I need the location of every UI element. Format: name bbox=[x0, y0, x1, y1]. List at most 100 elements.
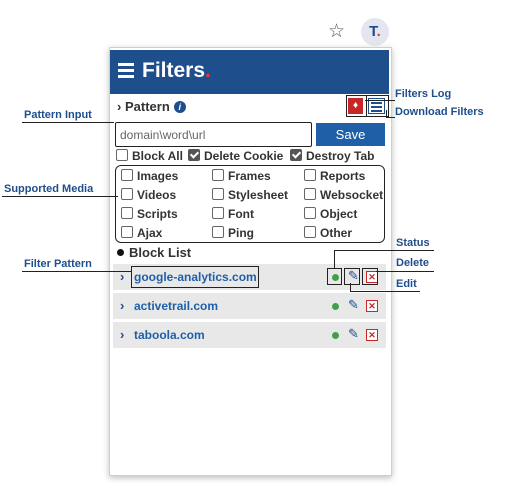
callout-filter-pattern: Filter Pattern bbox=[24, 258, 92, 270]
images-checkbox[interactable] bbox=[121, 169, 133, 181]
callout-status: Status bbox=[396, 237, 430, 249]
leader-line bbox=[2, 196, 118, 197]
app-title-dot: . bbox=[205, 59, 211, 82]
frames-checkbox[interactable] bbox=[212, 169, 224, 181]
videos-checkbox[interactable] bbox=[121, 188, 133, 200]
block-all-option[interactable]: Block All bbox=[116, 149, 183, 163]
ping-label: Ping bbox=[228, 226, 254, 240]
leader-line bbox=[365, 100, 395, 101]
ajax-label: Ajax bbox=[137, 226, 163, 240]
stylesheet-checkbox[interactable] bbox=[212, 188, 224, 200]
media-videos[interactable]: Videos bbox=[121, 188, 176, 202]
media-stylesheet[interactable]: Stylesheet bbox=[212, 188, 288, 202]
pattern-input[interactable] bbox=[115, 122, 312, 147]
extension-dot: . bbox=[376, 23, 381, 40]
chevron-right-icon: › bbox=[117, 99, 122, 114]
block-all-checkbox[interactable] bbox=[116, 149, 128, 161]
reports-checkbox[interactable] bbox=[304, 169, 316, 181]
leader-line bbox=[386, 110, 387, 117]
info-icon[interactable]: i bbox=[173, 101, 186, 113]
status-icon[interactable] bbox=[332, 303, 339, 310]
extension-icon[interactable]: T. bbox=[361, 18, 389, 46]
destroy-tab-option[interactable]: Destroy Tab bbox=[290, 149, 374, 163]
delete-cookie-option[interactable]: Delete Cookie bbox=[188, 149, 283, 163]
block-list-title: Block List bbox=[129, 245, 192, 260]
videos-label: Videos bbox=[137, 188, 177, 202]
media-other[interactable]: Other bbox=[304, 226, 352, 240]
filters-log-highlight bbox=[346, 95, 367, 117]
status-icon[interactable] bbox=[332, 332, 339, 339]
websocket-checkbox[interactable] bbox=[304, 188, 316, 200]
media-websocket[interactable]: Websocket bbox=[304, 188, 383, 202]
app-title: Filters. bbox=[142, 59, 211, 83]
ajax-checkbox[interactable] bbox=[121, 226, 133, 238]
callout-pattern-input: Pattern Input bbox=[24, 109, 92, 121]
callout-edit: Edit bbox=[396, 278, 417, 290]
leader-line bbox=[350, 291, 420, 292]
list-item[interactable]: › taboola.com ✎ ✕ bbox=[113, 322, 386, 348]
leader-line bbox=[376, 271, 434, 272]
chevron-right-icon[interactable]: › bbox=[120, 298, 124, 313]
block-list-heading: Block List bbox=[117, 245, 191, 260]
browser-toolbar bbox=[108, 16, 392, 50]
callout-filters-log: Filters Log bbox=[395, 88, 452, 100]
status-highlight bbox=[327, 268, 342, 285]
destroy-tab-checkbox[interactable] bbox=[290, 149, 302, 161]
callout-download-filters: Download Filters bbox=[395, 106, 484, 118]
delete-cookie-checkbox[interactable] bbox=[188, 149, 200, 161]
object-checkbox[interactable] bbox=[304, 207, 316, 219]
supported-media-box: Images Frames Reports Videos Stylesheet … bbox=[115, 165, 385, 243]
delete-cookie-label: Delete Cookie bbox=[204, 149, 284, 163]
media-font[interactable]: Font bbox=[212, 207, 254, 221]
edit-icon[interactable]: ✎ bbox=[348, 326, 359, 342]
leader-line bbox=[22, 271, 131, 272]
chevron-right-icon[interactable]: › bbox=[120, 327, 124, 342]
reports-label: Reports bbox=[320, 169, 366, 183]
scripts-checkbox[interactable] bbox=[121, 207, 133, 219]
delete-icon[interactable]: ✕ bbox=[366, 300, 378, 312]
filter-pattern[interactable]: activetrail.com bbox=[134, 299, 218, 313]
callout-delete: Delete bbox=[396, 257, 430, 269]
edit-icon[interactable]: ✎ bbox=[348, 297, 359, 313]
stylesheet-label: Stylesheet bbox=[228, 188, 289, 202]
leader-line bbox=[334, 250, 434, 251]
hamburger-menu-icon[interactable] bbox=[118, 63, 134, 81]
websocket-label: Websocket bbox=[320, 188, 384, 202]
block-all-label: Block All bbox=[132, 149, 183, 163]
extension-letter: T bbox=[369, 23, 377, 40]
leader-line bbox=[350, 283, 351, 291]
destroy-tab-label: Destroy Tab bbox=[306, 149, 375, 163]
filter-pattern-highlight bbox=[131, 266, 259, 288]
edit-highlight bbox=[344, 268, 360, 285]
pattern-label: Pattern bbox=[124, 99, 170, 114]
bullet-icon bbox=[117, 249, 124, 256]
save-button[interactable]: Save bbox=[316, 123, 385, 146]
media-ajax[interactable]: Ajax bbox=[121, 226, 162, 240]
popup-header: Filters. bbox=[110, 50, 389, 94]
media-reports[interactable]: Reports bbox=[304, 169, 365, 183]
scripts-label: Scripts bbox=[137, 207, 178, 221]
leader-line bbox=[22, 122, 114, 123]
media-scripts[interactable]: Scripts bbox=[121, 207, 178, 221]
app-title-text: Filters bbox=[142, 59, 206, 82]
media-frames[interactable]: Frames bbox=[212, 169, 271, 183]
delete-icon[interactable]: ✕ bbox=[366, 329, 378, 341]
leader-line bbox=[386, 117, 395, 118]
media-object[interactable]: Object bbox=[304, 207, 357, 221]
media-ping[interactable]: Ping bbox=[212, 226, 254, 240]
font-checkbox[interactable] bbox=[212, 207, 224, 219]
pattern-heading[interactable]: › Pattern i bbox=[117, 99, 186, 114]
leader-line bbox=[334, 250, 335, 268]
other-label: Other bbox=[320, 226, 353, 240]
other-checkbox[interactable] bbox=[304, 226, 316, 238]
media-images[interactable]: Images bbox=[121, 169, 178, 183]
images-label: Images bbox=[137, 169, 179, 183]
list-item[interactable]: › activetrail.com ✎ ✕ bbox=[113, 293, 386, 319]
callout-supported-media: Supported Media bbox=[4, 183, 94, 195]
object-label: Object bbox=[320, 207, 358, 221]
star-icon[interactable]: ☆ bbox=[328, 20, 345, 44]
font-label: Font bbox=[228, 207, 254, 221]
frames-label: Frames bbox=[228, 169, 271, 183]
ping-checkbox[interactable] bbox=[212, 226, 224, 238]
filter-pattern[interactable]: taboola.com bbox=[134, 328, 205, 342]
